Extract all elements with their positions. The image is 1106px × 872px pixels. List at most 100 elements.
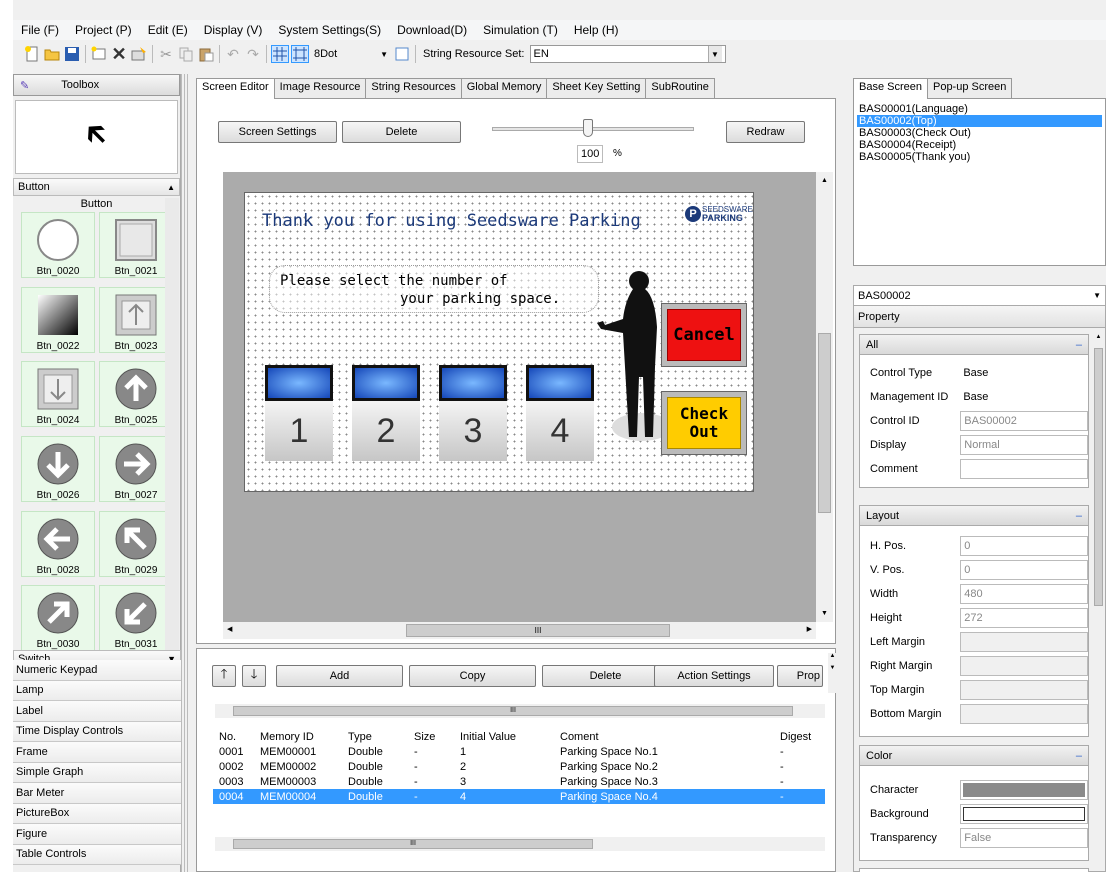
width-field[interactable]: 480: [960, 584, 1088, 604]
collapse-icon[interactable]: –: [1076, 510, 1082, 522]
menu-display[interactable]: Display (V): [196, 23, 271, 37]
group-layout-header[interactable]: Layout –: [860, 506, 1088, 526]
scroll-thumb[interactable]: [818, 333, 831, 513]
table-row[interactable]: 0002 MEM00002 Double - 2 Parking Space No.2 -: [213, 759, 825, 774]
scroll-thumb[interactable]: III: [233, 706, 793, 716]
new-file-icon[interactable]: [23, 45, 41, 63]
palette-item[interactable]: Btn_0025: [99, 361, 166, 428]
copy-memory-button[interactable]: Copy: [409, 665, 536, 687]
control-id-field[interactable]: BAS00002: [960, 411, 1088, 431]
tab-string-resources[interactable]: String Resources: [365, 78, 462, 98]
transparency-field[interactable]: False: [960, 828, 1088, 848]
col-comment[interactable]: Coment: [554, 729, 774, 744]
string-resource-select[interactable]: EN ▼: [529, 45, 726, 63]
screen-item-top[interactable]: BAS00002(Top): [857, 115, 1102, 127]
copy-icon[interactable]: [177, 45, 195, 63]
palette-item[interactable]: Btn_0021: [99, 212, 166, 278]
category-table-controls[interactable]: Table Controls: [13, 844, 181, 865]
toolbar-scrollbar[interactable]: ▲ ▼: [828, 653, 837, 693]
undo-icon[interactable]: ↶: [224, 45, 242, 63]
space-button-1[interactable]: 1: [265, 365, 333, 461]
space-button-2[interactable]: 2: [352, 365, 420, 461]
new-screen-icon[interactable]: [90, 45, 108, 63]
left-margin-field[interactable]: [960, 632, 1088, 652]
pointer-tool[interactable]: 🡴: [15, 100, 178, 174]
category-numeric-keypad[interactable]: Numeric Keypad: [13, 660, 181, 681]
dot-size-select[interactable]: 8Dot ▼: [311, 45, 391, 63]
tab-screen-editor[interactable]: Screen Editor: [196, 78, 275, 99]
group-color-header[interactable]: Color –: [860, 746, 1088, 766]
category-lamp[interactable]: Lamp: [13, 680, 181, 701]
bottom-margin-field[interactable]: [960, 704, 1088, 724]
scroll-thumb[interactable]: [1094, 348, 1103, 606]
scroll-right-icon[interactable]: ▶: [807, 625, 812, 633]
scroll-down-icon[interactable]: ▼: [816, 605, 833, 622]
collapse-icon[interactable]: –: [1076, 750, 1082, 762]
menu-edit[interactable]: Edit (E): [140, 23, 196, 37]
prop-button[interactable]: Prop: [777, 665, 823, 687]
top-margin-field[interactable]: [960, 680, 1088, 700]
frame-toggle-icon[interactable]: [393, 45, 411, 63]
delete-memory-button[interactable]: Delete: [542, 665, 669, 687]
col-initial-value[interactable]: Initial Value: [454, 729, 554, 744]
menu-system-settings[interactable]: System Settings(S): [270, 23, 389, 37]
splitter[interactable]: [181, 74, 190, 872]
palette-item[interactable]: Btn_0029: [99, 510, 166, 577]
section-button[interactable]: Button ▲: [13, 178, 180, 196]
table-row-selected[interactable]: 0004 MEM00004 Double -4 Parking Space No.4-: [213, 789, 825, 804]
menu-help[interactable]: Help (H): [566, 23, 627, 37]
move-down-button[interactable]: 🡓: [242, 665, 266, 687]
property-scrollbar[interactable]: ▲: [1092, 334, 1105, 871]
menu-project[interactable]: Project (P): [67, 23, 140, 37]
screen-item-receipt[interactable]: BAS00004(Receipt): [857, 139, 1102, 151]
scroll-up-icon[interactable]: ▲: [816, 172, 833, 189]
right-margin-field[interactable]: [960, 656, 1088, 676]
palette-item[interactable]: Btn_0027: [99, 435, 166, 502]
table-bottom-scrollbar[interactable]: III: [215, 837, 825, 851]
palette-item[interactable]: Btn_0023: [99, 286, 166, 353]
close-icon[interactable]: ✕: [110, 44, 128, 64]
scroll-left-icon[interactable]: ◀: [227, 625, 232, 633]
background-color-swatch[interactable]: [960, 804, 1088, 824]
snap-grid-icon[interactable]: [291, 45, 309, 63]
checkout-button[interactable]: Check Out: [661, 391, 747, 455]
menu-file[interactable]: File (F): [13, 23, 67, 37]
toolbox-scrollbar[interactable]: [165, 198, 179, 658]
scroll-up-icon[interactable]: ▲: [1092, 334, 1105, 348]
category-simple-graph[interactable]: Simple Graph: [13, 762, 181, 783]
screen-settings-icon[interactable]: [130, 45, 148, 63]
space-button-3[interactable]: 3: [439, 365, 507, 461]
height-field[interactable]: 272: [960, 608, 1088, 628]
screen-item-thank-you[interactable]: BAS00005(Thank you): [857, 151, 1102, 163]
category-frame[interactable]: Frame: [13, 742, 181, 763]
table-row[interactable]: 0003 MEM00003 Double - 3 Parking Space No.3 -: [213, 774, 825, 789]
hscroll-thumb[interactable]: III: [406, 624, 670, 637]
tab-popup-screen[interactable]: Pop-up Screen: [926, 78, 1013, 98]
canvas-horizontal-scrollbar[interactable]: ◀ III ▶: [223, 622, 816, 639]
table-top-scrollbar[interactable]: III: [215, 704, 825, 718]
zoom-slider[interactable]: [492, 127, 694, 131]
col-no[interactable]: No.: [213, 729, 254, 744]
redo-icon[interactable]: ↷: [244, 45, 262, 63]
object-selector[interactable]: BAS00002 ▼: [854, 286, 1105, 306]
category-bar-meter[interactable]: Bar Meter: [13, 783, 181, 804]
canvas-vertical-scrollbar[interactable]: ▲ ▼: [816, 172, 833, 622]
screen-settings-button[interactable]: Screen Settings: [218, 121, 337, 143]
space-button-4[interactable]: 4: [526, 365, 594, 461]
cancel-button[interactable]: Cancel: [661, 303, 747, 367]
collapse-icon[interactable]: –: [1076, 339, 1082, 351]
category-picturebox[interactable]: PictureBox: [13, 803, 181, 824]
screen-canvas[interactable]: Thank you for using Seedsware Parking P …: [244, 192, 754, 492]
screen-item-check-out[interactable]: BAS00003(Check Out): [857, 127, 1102, 139]
menu-download[interactable]: Download(D): [389, 23, 475, 37]
category-figure[interactable]: Figure: [13, 824, 181, 845]
tab-global-memory[interactable]: Global Memory: [460, 78, 548, 98]
category-time-display[interactable]: Time Display Controls: [13, 721, 181, 742]
zoom-value[interactable]: 100: [577, 145, 603, 163]
paste-icon[interactable]: [197, 45, 215, 63]
redraw-button[interactable]: Redraw: [726, 121, 805, 143]
cut-icon[interactable]: ✂: [157, 45, 175, 63]
screen-item-language[interactable]: BAS00001(Language): [857, 103, 1102, 115]
tab-subroutine[interactable]: SubRoutine: [645, 78, 715, 98]
grid-icon[interactable]: [271, 45, 289, 63]
